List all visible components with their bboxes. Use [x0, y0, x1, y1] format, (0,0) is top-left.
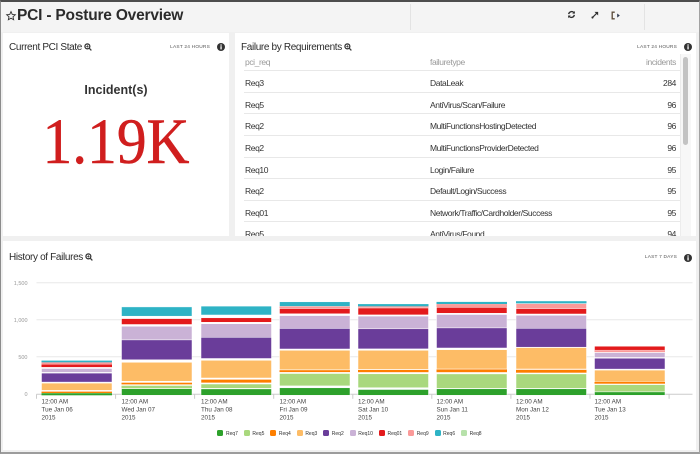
svg-text:2015: 2015 [280, 414, 295, 421]
svg-text:2015: 2015 [42, 414, 57, 421]
svg-text:12:00 AM: 12:00 AM [42, 398, 69, 405]
svg-text:12:00 AM: 12:00 AM [122, 398, 149, 405]
svg-text:12:00 AM: 12:00 AM [437, 398, 464, 405]
svg-text:12:00 AM: 12:00 AM [595, 398, 622, 405]
svg-text:2015: 2015 [516, 414, 531, 421]
svg-text:2015: 2015 [437, 414, 452, 421]
svg-text:Sat Jan 10: Sat Jan 10 [358, 406, 389, 413]
svg-text:Sun Jan 11: Sun Jan 11 [437, 406, 469, 413]
svg-text:Mon Jan 12: Mon Jan 12 [516, 406, 549, 413]
svg-text:Tue Jan 06: Tue Jan 06 [42, 406, 74, 413]
svg-text:2015: 2015 [201, 414, 216, 421]
svg-text:500: 500 [18, 355, 27, 361]
svg-text:2015: 2015 [595, 414, 610, 421]
svg-text:12:00 AM: 12:00 AM [516, 398, 543, 405]
svg-text:12:00 AM: 12:00 AM [201, 398, 228, 405]
svg-text:Fri Jan 09: Fri Jan 09 [280, 406, 308, 413]
svg-text:2015: 2015 [122, 414, 137, 421]
svg-text:0: 0 [24, 392, 27, 398]
svg-text:1,000: 1,000 [14, 318, 28, 324]
svg-text:1,500: 1,500 [14, 281, 28, 287]
svg-text:2015: 2015 [358, 414, 373, 421]
svg-text:Wed Jan 07: Wed Jan 07 [122, 406, 156, 413]
svg-text:12:00 AM: 12:00 AM [280, 398, 307, 405]
svg-text:12:00 AM: 12:00 AM [358, 398, 385, 405]
svg-text:Tue Jan 13: Tue Jan 13 [595, 406, 627, 413]
svg-text:Thu Jan 08: Thu Jan 08 [201, 406, 233, 413]
